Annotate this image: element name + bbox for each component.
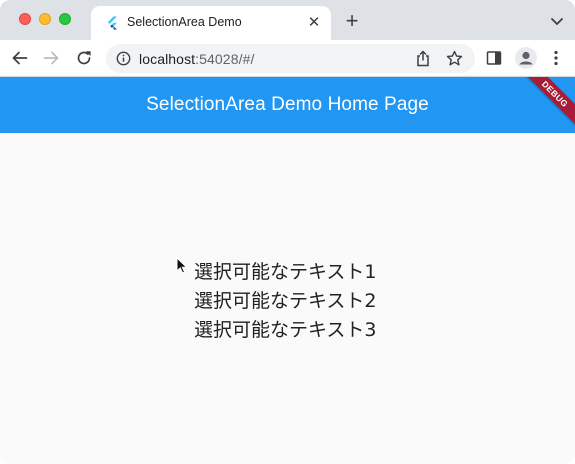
page-title: SelectionArea Demo Home Page <box>146 94 429 115</box>
url-host: localhost <box>139 51 196 67</box>
window-close-button[interactable] <box>19 13 31 25</box>
browser-window: SelectionArea Demo ✕ + localhost:54028/#… <box>0 0 575 464</box>
selectable-text-line-3[interactable]: 選択可能なテキスト3 <box>194 316 377 345</box>
avatar-glyph <box>519 51 533 65</box>
selectable-text-line-2[interactable]: 選択可能なテキスト2 <box>194 287 377 316</box>
kebab-menu-icon[interactable] <box>553 50 559 66</box>
selectable-text-column: 選択可能なテキスト1 選択可能なテキスト2 選択可能なテキスト3 <box>194 258 377 345</box>
mouse-cursor-icon <box>176 257 188 274</box>
flutter-logo-icon <box>107 16 117 30</box>
info-icon[interactable] <box>116 51 131 66</box>
selectable-text-line-1[interactable]: 選択可能なテキスト1 <box>194 258 377 287</box>
tab-title: SelectionArea Demo <box>127 15 242 29</box>
profile-icon[interactable] <box>515 47 537 69</box>
back-arrow-icon[interactable] <box>10 48 30 68</box>
address-bar[interactable]: localhost:54028/#/ <box>106 44 475 73</box>
tab-strip: SelectionArea Demo ✕ + <box>0 0 575 40</box>
browser-toolbar: localhost:54028/#/ <box>0 40 575 77</box>
reload-icon[interactable] <box>74 48 94 68</box>
url-path: :54028/#/ <box>195 51 255 67</box>
share-icon[interactable] <box>415 50 431 67</box>
tab-close-icon[interactable]: ✕ <box>305 14 323 32</box>
star-icon[interactable] <box>446 50 463 67</box>
new-tab-button[interactable]: + <box>341 10 363 33</box>
url-text[interactable]: localhost:54028/#/ <box>139 51 254 67</box>
app-bar: SelectionArea Demo Home Page DEBUG <box>0 77 575 133</box>
chevron-down-icon[interactable] <box>549 13 565 29</box>
side-panel-icon[interactable] <box>486 50 502 66</box>
window-minimize-button[interactable] <box>39 13 51 25</box>
window-maximize-button[interactable] <box>59 13 71 25</box>
tab-selectionarea-demo[interactable]: SelectionArea Demo ✕ <box>91 6 331 40</box>
selection-area[interactable]: 選択可能なテキスト1 選択可能なテキスト2 選択可能なテキスト3 <box>0 133 575 464</box>
forward-arrow-icon[interactable] <box>41 48 61 68</box>
